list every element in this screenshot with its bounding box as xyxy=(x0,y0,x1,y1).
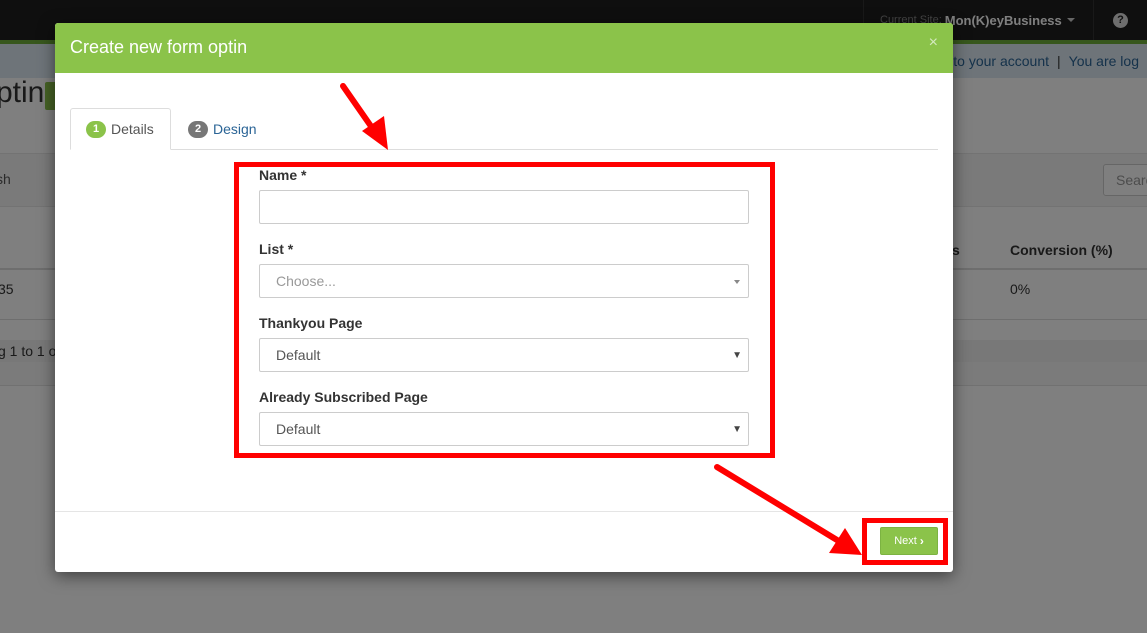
form-highlight-box xyxy=(234,162,775,458)
close-icon[interactable]: × xyxy=(929,34,938,52)
modal-header: Create new form optin × xyxy=(55,23,953,73)
modal-footer xyxy=(55,511,953,572)
tab-label: Design xyxy=(213,121,257,137)
modal-title: Create new form optin xyxy=(70,37,248,57)
tab-details[interactable]: 1 Details xyxy=(70,108,171,150)
step-number-badge: 2 xyxy=(188,120,208,138)
step-number-badge: 1 xyxy=(86,120,106,138)
tab-design[interactable]: 2 Design xyxy=(173,108,272,150)
tab-label: Details xyxy=(111,121,154,137)
wizard-tabs: 1 Details 2 Design xyxy=(70,108,938,150)
next-highlight-box xyxy=(862,518,948,565)
